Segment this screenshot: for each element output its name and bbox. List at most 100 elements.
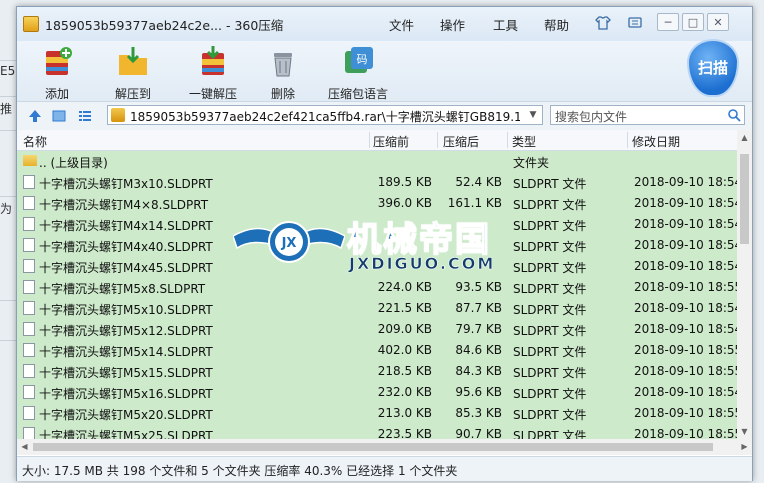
table-row[interactable]: 十字槽沉头螺钉M5x15.SLDPRT 218.5 KB 84.3 KB SLDPRT… [17,361,737,382]
table-row[interactable]: 十字槽沉头螺钉M4x45.SLDPRT SLDPRT 文件 2018-09-10 1… [17,256,737,277]
table-row[interactable]: 十字槽沉头螺钉M5x20.SLDPRT 213.0 KB 85.3 KB SLDPRT… [17,403,737,424]
search-icon[interactable] [727,108,741,122]
column-name[interactable]: 名称 [23,133,47,150]
toolbar: 添加 解压到 一键解压 删除 码 压缩包语言 [17,41,752,101]
file-name: 十字槽沉头螺钉M4x45.SLDPRT [39,261,213,275]
thumbnail-view-icon[interactable] [51,108,67,124]
scroll-down-icon[interactable]: ▼ [737,424,752,439]
file-date: 2018-09-10 18:54 [634,385,737,399]
column-packed[interactable]: 压缩后 [443,133,479,150]
file-type: SLDPRT 文件 [513,387,587,401]
column-header: 名称 压缩前 压缩后 类型 修改日期 [17,130,737,151]
file-packed-size: 84.6 KB [455,343,502,357]
message-icon[interactable] [627,15,643,31]
file-name: .. (上级目录) [39,156,108,170]
file-type: SLDPRT 文件 [513,345,587,359]
delete-button[interactable]: 删除 [263,45,303,101]
table-row[interactable]: 十字槽沉头螺钉M3x10.SLDPRT 189.5 KB 52.4 KB SLDPRT… [17,172,737,193]
file-name: 十字槽沉头螺钉M4x40.SLDPRT [39,240,213,254]
scan-button[interactable]: 扫描 [683,37,743,101]
search-input[interactable]: 搜索包内文件 [550,105,745,125]
file-date: 2018-09-10 18:54 [634,196,737,210]
status-text: 大小: 17.5 MB 共 198 个文件和 5 个文件夹 压缩率 40.3% … [22,464,458,478]
menu-file[interactable]: 文件 [389,15,414,34]
svg-text:码: 码 [357,53,368,66]
archive-language-button[interactable]: 码 压缩包语言 [325,45,391,101]
maximize-button[interactable]: □ [682,13,704,31]
add-button[interactable]: 添加 [35,45,79,101]
file-size: 223.5 KB [377,427,432,439]
file-type: SLDPRT 文件 [513,219,587,233]
chevron-down-icon[interactable]: ▼ [526,108,540,122]
file-icon [23,238,35,252]
archive-window: 1859053b59377aeb24c2e... - 360压缩 文件 操作 工… [16,6,753,481]
table-row[interactable]: 十字槽沉头螺钉M4×8.SLDPRT 396.0 KB 161.1 KB SLDPRT… [17,193,737,214]
table-row[interactable]: 十字槽沉头螺钉M5x25.SLDPRT 223.5 KB 90.7 KB SLDPRT… [17,424,737,439]
scroll-up-icon[interactable]: ▲ [737,130,752,145]
file-type: SLDPRT 文件 [513,366,587,380]
file-name: 十字槽沉头螺钉M4x14.SLDPRT [39,219,213,233]
one-click-extract-button[interactable]: 一键解压 [185,45,241,101]
status-bar: 大小: 17.5 MB 共 198 个文件和 5 个文件夹 压缩率 40.3% … [17,456,752,481]
path-input[interactable]: 1859053b59377aeb24c2ef421ca5ffb4.rar\十字槽… [107,105,543,125]
table-row[interactable]: .. (上级目录) 文件夹 [17,151,737,172]
file-size: 396.0 KB [377,196,432,210]
extract-to-button[interactable]: 解压到 [111,45,155,101]
file-type: SLDPRT 文件 [513,198,587,212]
horizontal-scroll-thumb[interactable] [33,443,713,451]
table-row[interactable]: 十字槽沉头螺钉M5x8.SLDPRT 224.0 KB 93.5 KB SLDPRT … [17,277,737,298]
file-date: 2018-09-10 18:54 [634,301,737,315]
close-button[interactable]: ✕ [707,13,729,31]
list-view-icon[interactable] [77,108,93,124]
table-row[interactable]: 十字槽沉头螺钉M5x14.SLDPRT 402.0 KB 84.6 KB SLDPRT… [17,340,737,361]
table-row[interactable]: 十字槽沉头螺钉M4x40.SLDPRT SLDPRT 文件 2018-09-10 1… [17,235,737,256]
file-name: 十字槽沉头螺钉M5x14.SLDPRT [39,345,213,359]
file-type: SLDPRT 文件 [513,177,587,191]
file-type: SLDPRT 文件 [513,240,587,254]
file-size: 402.0 KB [377,343,432,357]
scroll-left-icon[interactable]: ◀ [17,439,32,455]
table-row[interactable]: 十字槽沉头螺钉M5x10.SLDPRT 221.5 KB 87.7 KB SLDPRT… [17,298,737,319]
shirt-skin-icon[interactable] [595,15,611,31]
column-modified[interactable]: 修改日期 [632,133,680,150]
file-icon [23,364,35,378]
up-arrow-icon[interactable] [27,108,43,124]
table-row[interactable]: 十字槽沉头螺钉M5x16.SLDPRT 232.0 KB 95.6 KB SLDPRT… [17,382,737,403]
path-text: 1859053b59377aeb24c2ef421ca5ffb4.rar\十字槽… [130,110,520,124]
file-size: 213.0 KB [377,406,432,420]
file-icon [23,259,35,273]
table-row[interactable]: 十字槽沉头螺钉M5x12.SLDPRT 209.0 KB 79.7 KB SLDPRT… [17,319,737,340]
file-type: SLDPRT 文件 [513,324,587,338]
file-size: 209.0 KB [377,322,432,336]
scroll-thumb[interactable] [740,154,749,244]
file-date: 2018-09-10 18:55 [634,427,737,439]
file-name: 十字槽沉头螺钉M4×8.SLDPRT [39,198,209,212]
folder-extract-icon [119,47,147,75]
file-name: 十字槽沉头螺钉M5x12.SLDPRT [39,324,213,338]
title-bar[interactable]: 1859053b59377aeb24c2e... - 360压缩 文件 操作 工… [17,7,752,41]
menu-tools[interactable]: 工具 [493,15,518,34]
file-name: 十字槽沉头螺钉M5x8.SLDPRT [39,282,206,296]
column-size[interactable]: 压缩前 [373,133,409,150]
file-date: 2018-09-10 18:55 [634,343,737,357]
file-type: SLDPRT 文件 [513,282,587,296]
background-text: E5 [0,64,16,78]
one-click-extract-label: 一键解压 [188,87,237,101]
table-row[interactable]: 十字槽沉头螺钉M4x14.SLDPRT SLDPRT 文件 2018-09-10 1… [17,214,737,235]
menu-help[interactable]: 帮助 [544,15,569,34]
minimize-button[interactable]: ─ [657,13,679,31]
menu-operation[interactable]: 操作 [440,15,465,34]
file-date: 2018-09-10 18:55 [634,406,737,420]
vertical-scrollbar[interactable]: ▲ ▼ [737,130,752,439]
one-click-extract-icon [202,46,224,75]
scroll-right-icon[interactable]: ▶ [737,439,752,455]
scan-label: 扫描 [697,59,728,77]
file-size: 221.5 KB [377,301,432,315]
file-icon [23,427,35,439]
file-size: 224.0 KB [377,280,432,294]
horizontal-scrollbar[interactable]: ◀ ▶ [17,439,752,455]
delete-label: 删除 [270,87,295,101]
archive-icon [111,108,125,122]
file-size: 218.5 KB [377,364,432,378]
column-type[interactable]: 类型 [512,133,536,150]
